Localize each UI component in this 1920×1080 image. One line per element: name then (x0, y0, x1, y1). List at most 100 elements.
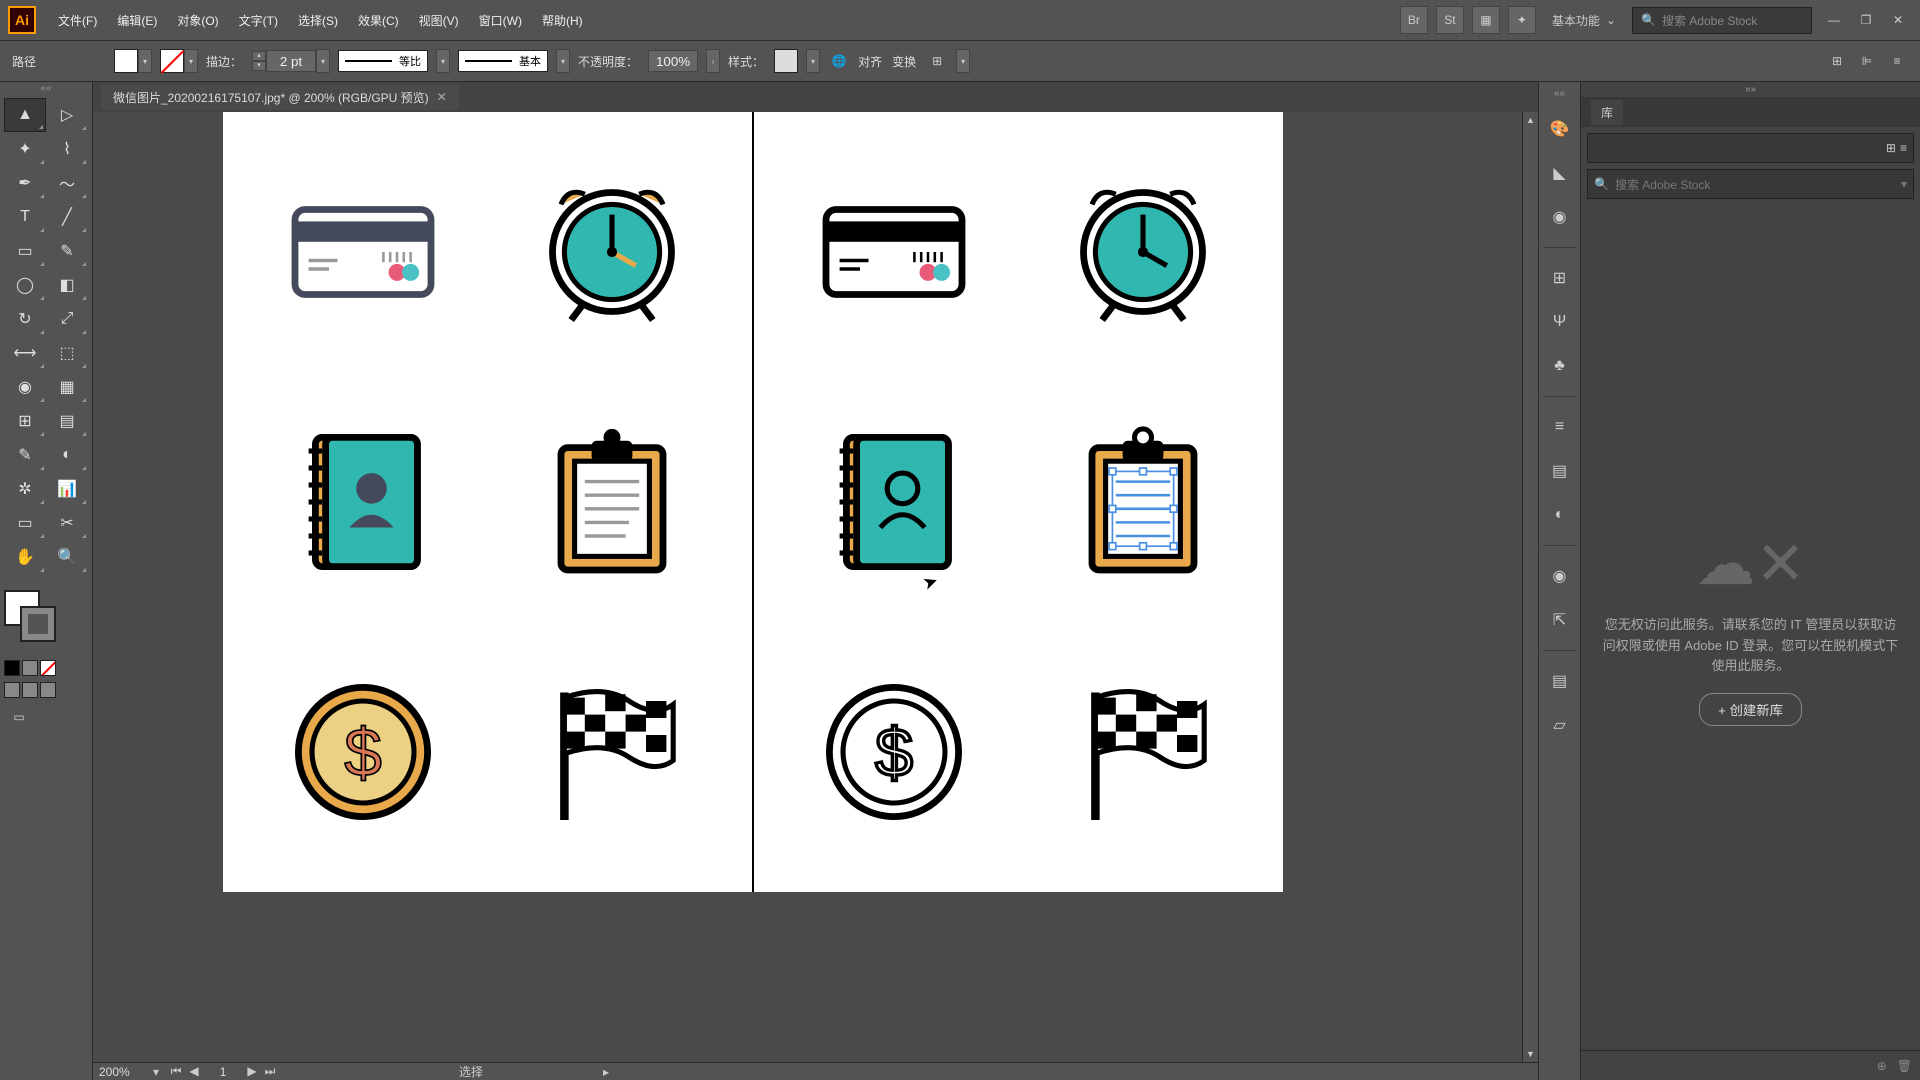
canvas[interactable]: $ (93, 112, 1522, 1062)
none-mode[interactable] (40, 660, 56, 676)
library-selector[interactable]: ⊞ ≡ (1587, 133, 1914, 163)
line-tool[interactable]: ╱ (46, 200, 88, 234)
symbol-sprayer-tool[interactable]: ✲ (4, 472, 46, 506)
graph-tool[interactable]: 📊 (46, 472, 88, 506)
selection-tool[interactable]: ▲ (4, 98, 46, 132)
coin-dollar-line-icon[interactable]: $ (784, 642, 1004, 862)
panel-grip[interactable]: «« (0, 82, 92, 94)
isolate-dd[interactable]: ▾ (956, 49, 970, 73)
stroke-weight-stepper[interactable]: ▴▾ ▾ (252, 49, 330, 73)
perspective-tool[interactable]: ▦ (46, 370, 88, 404)
checkered-flag-line-icon[interactable] (1034, 642, 1254, 862)
grid-view-icon[interactable]: ⊞ (1886, 141, 1896, 155)
recolor-icon[interactable]: 🌐 (828, 50, 850, 72)
stroke-weight-input[interactable] (266, 50, 316, 72)
libraries-tab[interactable]: 库 (1591, 100, 1623, 125)
screen-mode[interactable]: ▭ (8, 706, 30, 728)
list-view-icon[interactable]: ≡ (1900, 141, 1907, 155)
lib-delete-icon[interactable]: 🗑 (1897, 1059, 1912, 1073)
graphic-styles-icon[interactable]: ♣ (1546, 352, 1574, 380)
stroke-swatch[interactable] (20, 606, 56, 642)
stock-icon[interactable]: St (1436, 6, 1464, 34)
clipboard-color-icon[interactable] (503, 392, 723, 612)
bridge-icon[interactable]: Br (1400, 6, 1428, 34)
brushes-icon[interactable]: ⊞ (1546, 264, 1574, 292)
transform-panel-icon[interactable]: ⊫ (1856, 50, 1878, 72)
library-search[interactable]: 🔍 搜索 Adobe Stock ▾ (1587, 169, 1914, 199)
close-tab-icon[interactable]: ✕ (437, 90, 447, 104)
stroke-color[interactable]: ▾ (160, 49, 198, 73)
workspace-switcher[interactable]: 基本功能 ⌄ (1544, 8, 1624, 33)
draw-normal[interactable] (4, 682, 20, 698)
brush-dd[interactable]: ▾ (556, 49, 570, 73)
color-mode[interactable] (4, 660, 20, 676)
zoom-tool[interactable]: 🔍 (46, 540, 88, 574)
rotate-tool[interactable]: ↻ (4, 302, 46, 336)
scroll-up-icon[interactable]: ▲ (1523, 112, 1538, 128)
eyedropper-tool[interactable]: ✎ (4, 438, 46, 472)
status-indicator[interactable]: ▸ (603, 1065, 609, 1079)
draw-behind[interactable] (22, 682, 38, 698)
graphic-style[interactable] (774, 49, 798, 73)
shape-builder-tool[interactable]: ◉ (4, 370, 46, 404)
magic-wand-tool[interactable]: ✦ (4, 132, 46, 166)
menu-help[interactable]: 帮助(H) (532, 12, 593, 29)
direct-selection-tool[interactable]: ▷ (46, 98, 88, 132)
menu-window[interactable]: 窗口(W) (469, 12, 532, 29)
pen-tool[interactable]: ✒ (4, 166, 46, 200)
menu-effect[interactable]: 效果(C) (348, 12, 409, 29)
blend-tool[interactable]: ◐ (46, 438, 88, 472)
opacity-input[interactable] (648, 50, 698, 72)
layers-icon[interactable]: ▤ (1546, 667, 1574, 695)
mesh-tool[interactable]: ⊞ (4, 404, 46, 438)
symbols-icon[interactable]: Ψ (1546, 308, 1574, 336)
panel-grip-right[interactable]: «« (1554, 88, 1565, 99)
alarm-clock-color-icon[interactable] (503, 142, 723, 362)
document-tab[interactable]: 微信图片_20200216175107.jpg* @ 200% (RGB/GPU… (101, 85, 459, 110)
shaper-tool[interactable]: ◯ (4, 268, 46, 302)
artboards-icon[interactable]: ▱ (1546, 711, 1574, 739)
minimize-button[interactable]: — (1820, 10, 1848, 30)
vertical-scrollbar[interactable]: ▲ ▼ (1522, 112, 1538, 1062)
rectangle-tool[interactable]: ▭ (4, 234, 46, 268)
align-label[interactable]: 对齐 (858, 53, 882, 70)
credit-card-line-icon[interactable] (784, 142, 1004, 362)
contact-book-line-icon[interactable] (784, 392, 1004, 612)
scale-tool[interactable]: ⤢ (46, 302, 88, 336)
lib-grip[interactable]: »» (1581, 82, 1920, 97)
slice-tool[interactable]: ✂ (46, 506, 88, 540)
scroll-down-icon[interactable]: ▼ (1523, 1046, 1538, 1062)
search-adobe-stock[interactable]: 🔍 搜索 Adobe Stock (1632, 7, 1812, 34)
maximize-button[interactable]: ❐ (1852, 10, 1880, 30)
color-panel-icon[interactable]: 🎨 (1546, 115, 1574, 143)
stroke-profile-dd[interactable]: ▾ (436, 49, 450, 73)
color-guide-icon[interactable]: ◣ (1546, 159, 1574, 187)
gradient-mode[interactable] (22, 660, 38, 676)
stroke-profile[interactable]: 等比 (338, 50, 428, 72)
checkered-flag-color-icon[interactable] (503, 642, 723, 862)
lib-add-icon[interactable]: ⊕ (1877, 1059, 1887, 1073)
asset-export-icon[interactable]: ⇱ (1546, 606, 1574, 634)
menu-select[interactable]: 选择(S) (288, 12, 348, 29)
stroke-panel-icon[interactable]: ≡ (1546, 413, 1574, 441)
draw-inside[interactable] (40, 682, 56, 698)
opacity-dd[interactable]: › (706, 49, 720, 73)
paintbrush-tool[interactable]: ✎ (46, 234, 88, 268)
swatches-icon[interactable]: ◉ (1546, 203, 1574, 231)
zoom-level[interactable]: 200% (93, 1065, 153, 1079)
menu-type[interactable]: 文字(T) (229, 12, 288, 29)
credit-card-color-icon[interactable] (253, 142, 473, 362)
menu-edit[interactable]: 编辑(E) (107, 12, 167, 29)
width-tool[interactable]: ⟷ (4, 336, 46, 370)
close-button[interactable]: ✕ (1884, 10, 1912, 30)
artboard-nav[interactable]: ⏮◀ (167, 1064, 203, 1079)
appearance-icon[interactable]: ◉ (1546, 562, 1574, 590)
brush-definition[interactable]: 基本 (458, 50, 548, 72)
chevron-down-icon[interactable]: ▾ (1901, 177, 1907, 191)
create-library-button[interactable]: + 创建新库 (1699, 693, 1802, 726)
gradient-tool[interactable]: ▤ (46, 404, 88, 438)
gpu-icon[interactable]: ✦ (1508, 6, 1536, 34)
lasso-tool[interactable]: ⌇ (46, 132, 88, 166)
menu-file[interactable]: 文件(F) (48, 12, 107, 29)
transform-label[interactable]: 变换 (892, 53, 916, 70)
